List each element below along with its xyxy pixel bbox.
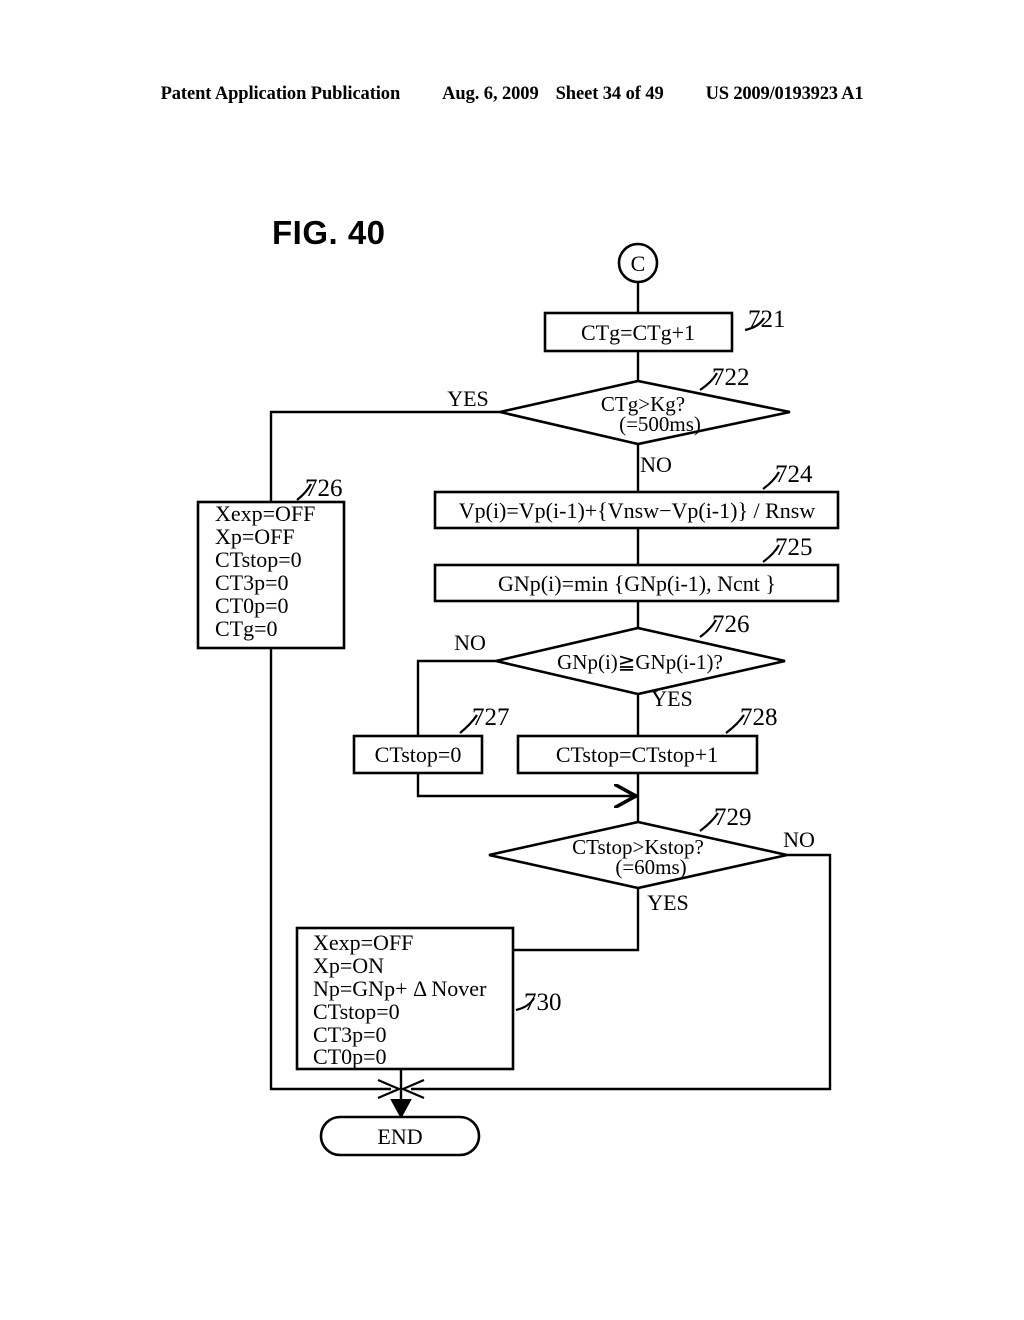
label-no-729: NO <box>783 827 815 852</box>
terminator-end-label: END <box>377 1124 422 1149</box>
process-726-left-line5: CT0p=0 <box>215 593 289 618</box>
ref-730: 730 <box>524 989 562 1016</box>
process-730-line4: CTstop=0 <box>313 999 400 1024</box>
process-727-label: CTstop=0 <box>375 742 462 767</box>
ref-729: 729 <box>714 804 752 831</box>
label-yes-726: YES <box>651 686 693 711</box>
label-no-722: NO <box>640 452 672 477</box>
process-724-label: Vp(i)=Vp(i-1)+{Vnsw−Vp(i-1)} / Rnsw <box>459 498 816 523</box>
process-721-label: CTg=CTg+1 <box>581 320 695 345</box>
ref-726-left: 726 <box>305 475 343 502</box>
ref-722: 722 <box>712 364 750 391</box>
process-726-left-line3: CTstop=0 <box>215 547 302 572</box>
label-yes-722: YES <box>447 386 489 411</box>
process-728-label: CTstop=CTstop+1 <box>556 742 718 767</box>
decision-729-label-line2: (=60ms) <box>615 855 686 879</box>
process-726-left-line1: Xexp=OFF <box>215 501 315 526</box>
process-726-left-line4: CT3p=0 <box>215 570 289 595</box>
edge-727-merge <box>416 773 634 796</box>
process-730-line2: Xp=ON <box>313 953 384 978</box>
ref-728: 728 <box>740 704 778 731</box>
process-725-label: GNp(i)=min {GNp(i-1), Ncnt } <box>498 571 776 596</box>
ref-721: 721 <box>748 306 786 333</box>
process-730-line1: Xexp=OFF <box>313 930 413 955</box>
ref-727: 727 <box>472 704 510 731</box>
decision-726-label: GNp(i)≧GNp(i-1)? <box>557 650 723 674</box>
process-726-left-line6: CTg=0 <box>215 616 278 641</box>
process-730-line6: CT0p=0 <box>313 1044 387 1069</box>
ref-725: 725 <box>775 534 813 561</box>
label-yes-729: YES <box>647 890 689 915</box>
ref-724: 724 <box>775 461 813 488</box>
label-no-726: NO <box>454 630 486 655</box>
process-730-line3: Np=GNp+ Δ Nover <box>313 976 487 1001</box>
connector-c-label: C <box>631 251 646 276</box>
process-726-left-line2: Xp=OFF <box>215 524 295 549</box>
ref-726-diamond: 726 <box>712 611 750 638</box>
flowchart-diagram: C CTg=CTg+1 721 CTg>Kg? (=500ms) 722 YES… <box>196 242 840 1157</box>
decision-722-label-line2: (=500ms) <box>619 412 701 436</box>
